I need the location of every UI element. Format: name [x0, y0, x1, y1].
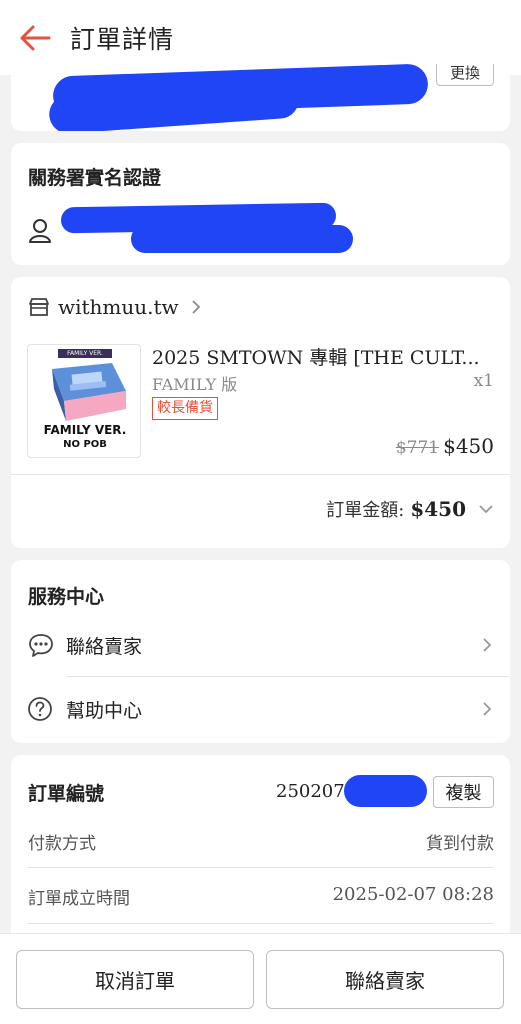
order-total-label: 訂單金額: — [326, 500, 405, 521]
shop-icon — [29, 298, 49, 316]
order-number-value: 250207 — [276, 781, 345, 802]
order-total-value: $450 — [410, 497, 466, 521]
sale-price: $450 — [443, 434, 494, 458]
chevron-right-icon — [192, 300, 200, 314]
bottom-action-bar: 取消訂單 聯絡賣家 — [0, 933, 521, 1024]
chat-icon — [29, 634, 53, 657]
order-created-label: 訂單成立時間 — [28, 889, 130, 909]
payment-method-label: 付款方式 — [28, 834, 96, 854]
order-info-card: 訂單編號 250207 複製 付款方式 貨到付款 訂單成立時間 2025-02-… — [11, 755, 510, 955]
address-card: 更換 — [11, 64, 510, 131]
product-image-top-label: FAMILY VER. — [58, 349, 112, 358]
service-center-card: 服務中心 聯絡賣家 幫助中心 — [11, 560, 510, 743]
payment-method-value: 貨到付款 — [426, 834, 494, 854]
shop-name: withmuu.tw — [58, 295, 179, 319]
long-preparation-tag: 較長備貨 — [152, 397, 218, 420]
customs-verification-card: 關務署實名認證 — [11, 143, 510, 265]
customs-title: 關務署實名認證 — [28, 167, 162, 189]
order-created-value: 2025-02-07 08:28 — [332, 884, 494, 905]
contact-seller-row[interactable]: 聯絡賣家 — [11, 620, 510, 676]
service-center-title: 服務中心 — [28, 586, 105, 608]
divider — [28, 867, 494, 868]
shop-order-card: withmuu.tw FAMILY VER. FAMILY VER. NO PO… — [11, 277, 510, 548]
copy-button[interactable]: 複製 — [433, 776, 494, 808]
help-icon — [28, 697, 52, 721]
album-box-icon — [52, 363, 126, 421]
redacted-order-number — [344, 775, 427, 807]
change-address-button[interactable]: 更換 — [436, 64, 494, 86]
contact-seller-label: 聯絡賣家 — [66, 636, 143, 658]
divider — [28, 923, 494, 924]
product-quantity: x1 — [473, 371, 494, 391]
person-icon — [29, 219, 51, 243]
product-image[interactable]: FAMILY VER. FAMILY VER. NO POB — [27, 344, 141, 458]
product-title[interactable]: 2025 SMTOWN 專輯 [THE CULT... — [152, 343, 497, 370]
order-number-label: 訂單編號 — [28, 783, 105, 805]
page-title: 訂單詳情 — [70, 24, 175, 54]
original-price: $771 — [395, 438, 440, 458]
order-total-row[interactable]: 訂單金額: $450 — [326, 496, 494, 522]
chevron-right-icon — [483, 638, 492, 652]
price-row: $771 $450 — [396, 434, 494, 458]
contact-seller-button[interactable]: 聯絡賣家 — [266, 950, 504, 1009]
product-image-label-1: FAMILY VER. — [43, 423, 127, 437]
chevron-down-icon — [479, 505, 493, 514]
help-center-row[interactable]: 幫助中心 — [11, 684, 510, 736]
cancel-order-button[interactable]: 取消訂單 — [16, 950, 254, 1009]
divider — [66, 676, 510, 677]
divider — [11, 474, 510, 475]
back-arrow-icon — [20, 25, 51, 50]
chevron-right-icon — [483, 702, 492, 716]
shop-header[interactable]: withmuu.tw — [28, 295, 201, 319]
product-variant: FAMILY 版 — [152, 375, 238, 394]
redacted-name — [131, 225, 353, 253]
product-image-label-2: NO POB — [63, 439, 107, 450]
help-center-label: 幫助中心 — [66, 700, 143, 722]
